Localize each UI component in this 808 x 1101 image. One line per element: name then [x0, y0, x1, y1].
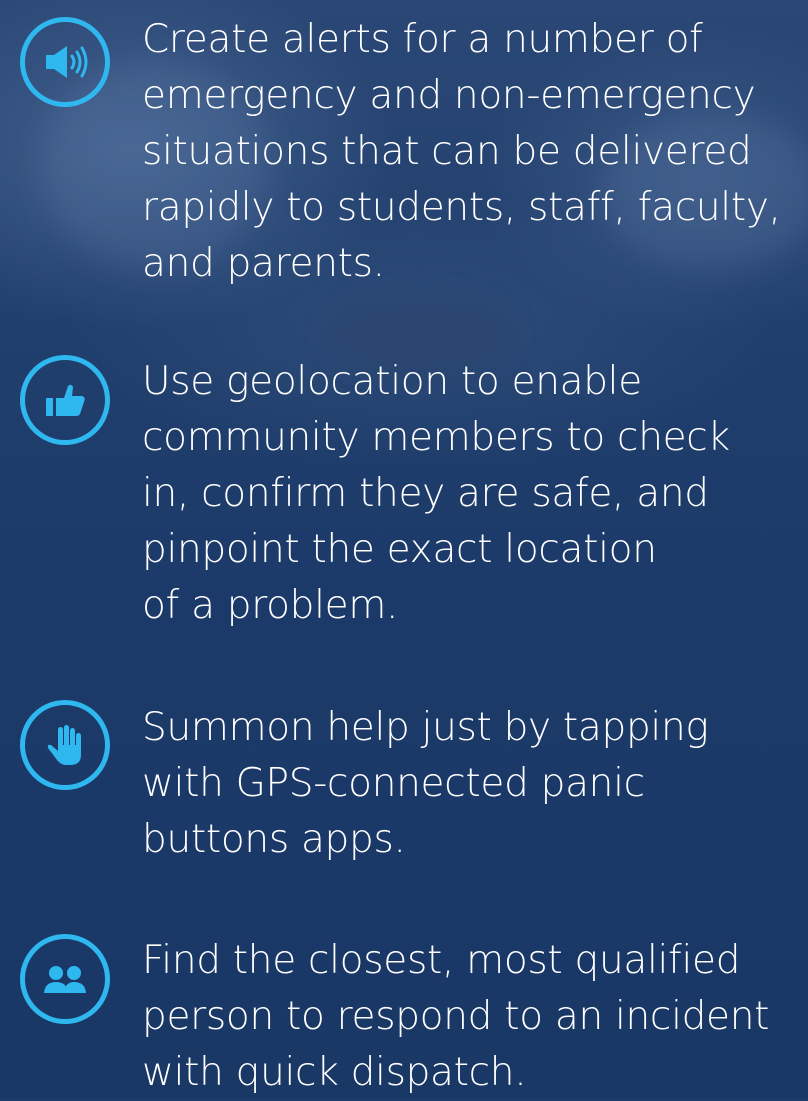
- feature-text: Use geolocation to enable community memb…: [142, 359, 730, 628]
- feature-text: Find the closest, most qualified person …: [142, 938, 770, 1095]
- people-icon: [20, 934, 110, 1024]
- feature-list: Create alerts for a number of emergency …: [0, 0, 808, 1098]
- feature-text: Summon help just by tapping with GPS-con…: [142, 705, 709, 862]
- megaphone-icon: [20, 17, 110, 107]
- feature-text: Create alerts for a number of emergency …: [142, 17, 781, 286]
- hand-icon: [20, 700, 110, 790]
- thumbs-up-icon: [20, 355, 110, 445]
